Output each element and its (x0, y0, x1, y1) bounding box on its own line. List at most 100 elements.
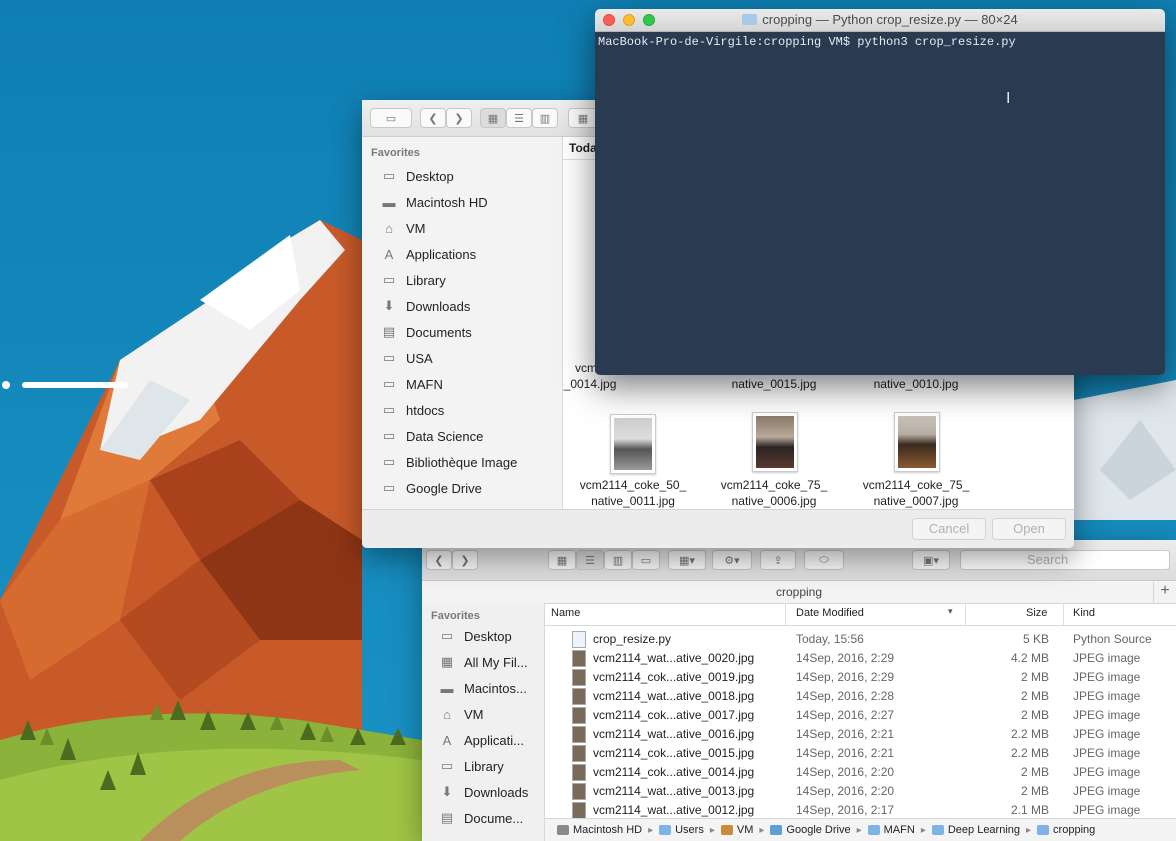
sidebar-item-htdocs[interactable]: ▭ htdocs (362, 397, 562, 423)
terminal-output[interactable]: MacBook-Pro-de-Virgile:cropping VM$ pyth… (595, 32, 1165, 375)
sidebar-item-macintosh-hd[interactable]: ▬ Macintosh HD (362, 189, 562, 215)
sidebar-item-label: VM (464, 706, 484, 722)
folder-icon (867, 825, 880, 835)
tag-icon: ⬭ (819, 553, 829, 566)
cell-name: vcm2114_cok...ative_0015.jpg (593, 746, 755, 760)
image-file-icon (572, 650, 586, 667)
path-segment[interactable]: Google Drive (770, 824, 851, 836)
image-file-icon (572, 726, 586, 743)
column-date[interactable]: Date Modified (796, 607, 864, 619)
new-tab-button[interactable]: + (1153, 581, 1176, 603)
tags-button[interactable]: ⬭ (804, 550, 844, 570)
sidebar-item-applications[interactable]: A Applications (362, 241, 562, 267)
arrange-button[interactable]: ▦▾ (668, 550, 706, 570)
cell-name: vcm2114_cok...ative_0014.jpg (593, 765, 755, 779)
cell-kind: JPEG image (1073, 765, 1141, 779)
thumbnail-caption[interactable]: native_0014.jpg (563, 376, 644, 392)
table-row[interactable]: vcm2114_wat...ative_0020.jpg 14Sep, 2016,… (545, 648, 1176, 667)
sidebar-item-applicati[interactable]: A Applicati... (422, 727, 544, 753)
table-row[interactable]: vcm2114_wat...ative_0013.jpg 14Sep, 2016,… (545, 781, 1176, 800)
minimize-button[interactable] (623, 14, 635, 26)
sidebar-item-all-my-fil[interactable]: ▦ All My Fil... (422, 649, 544, 675)
open-button[interactable]: Open (992, 518, 1066, 540)
sidebar-item-docume[interactable]: ▤ Docume... (422, 805, 544, 831)
path-segment[interactable]: VM (720, 824, 753, 836)
hard-drive-icon (557, 825, 569, 835)
dialog-forward-button[interactable]: ❯ (446, 108, 472, 128)
dialog-arrange-button[interactable]: ▦ (568, 108, 598, 128)
terminal-button[interactable]: ▣▾ (912, 550, 950, 570)
path-segment[interactable]: MAFN (867, 824, 915, 836)
sidebar-item-usa[interactable]: ▭ USA (362, 345, 562, 371)
zoom-button[interactable] (643, 14, 655, 26)
table-row[interactable]: vcm2114_wat...ative_0018.jpg 14Sep, 2016,… (545, 686, 1176, 705)
cell-size: 2.2 MB (1010, 746, 1049, 760)
path-segment[interactable]: Users (659, 824, 704, 836)
table-row[interactable]: vcm2114_cok...ative_0019.jpg 14Sep, 2016,… (545, 667, 1176, 686)
back-button[interactable]: ❮ (426, 550, 452, 570)
sidebar-item-library[interactable]: ▭ Library (362, 267, 562, 293)
sidebar-item-macintos[interactable]: ▬ Macintos... (422, 675, 544, 701)
icon-view-button[interactable]: ▦ (548, 550, 576, 570)
path-segment[interactable]: Deep Learning (931, 824, 1020, 836)
thumbnail-image[interactable] (610, 414, 656, 474)
thumbnail-caption[interactable]: native_0010.jpg (846, 376, 986, 392)
close-button[interactable] (603, 14, 615, 26)
window-title-bar: cropping + (422, 581, 1176, 604)
thumbnail-caption[interactable]: native_0015.jpg (704, 376, 844, 392)
share-button[interactable]: ⇪ (760, 550, 796, 570)
sidebar-item-google-drive[interactable]: ▭ Google Drive (362, 475, 562, 501)
table-row[interactable]: vcm2114_cok...ative_0015.jpg 14Sep, 2016,… (545, 743, 1176, 762)
table-row[interactable]: vcm2114_wat...ative_0016.jpg 14Sep, 2016,… (545, 724, 1176, 743)
dialog-icon-view-button[interactable]: ▦ (480, 108, 506, 128)
column-kind[interactable]: Kind (1073, 607, 1095, 619)
applications-icon: A (384, 246, 394, 262)
sidebar-item-biblioth-que-image[interactable]: ▭ Bibliothèque Image (362, 449, 562, 475)
path-segment[interactable]: cropping (1037, 824, 1095, 836)
thumbnail-caption[interactable]: vcm2114_coke_50_ native_0011.jpg (563, 477, 703, 509)
dialog-back-button[interactable]: ❮ (420, 108, 446, 128)
image-file-icon (572, 745, 586, 762)
sidebar-item-vm[interactable]: ⌂ VM (422, 701, 544, 727)
sidebar-item-library[interactable]: ▭ Library (422, 753, 544, 779)
cell-size: 2.2 MB (1010, 727, 1049, 741)
path-separator-icon: ▸ (759, 824, 765, 836)
search-input[interactable]: Search (960, 550, 1170, 570)
column-name[interactable]: Name (551, 607, 580, 619)
action-button[interactable]: ⚙▾ (712, 550, 752, 570)
column-size[interactable]: Size (1026, 607, 1047, 619)
thumbnail-caption[interactable]: vcm2114_coke_75_ native_0007.jpg (846, 477, 986, 509)
thumbnail-image[interactable] (894, 412, 940, 472)
thumbnail-caption[interactable]: vcm2114_coke_75_ native_0006.jpg (704, 477, 844, 509)
table-row[interactable]: vcm2114_cok...ative_0017.jpg 14Sep, 2016,… (545, 705, 1176, 724)
cover-flow-button[interactable]: ▭ (632, 550, 660, 570)
folder-icon: ▭ (382, 454, 396, 469)
sidebar-item-data-science[interactable]: ▭ Data Science (362, 423, 562, 449)
path-segment[interactable]: Macintosh HD (557, 824, 642, 836)
cell-date: 14Sep, 2016, 2:29 (796, 670, 895, 684)
sidebar-item-downloads[interactable]: ⬇ Downloads (362, 293, 562, 319)
dialog-list-view-button[interactable]: ☰ (506, 108, 532, 128)
sort-chevron-icon[interactable]: ▾ (948, 606, 953, 617)
documents-icon: ▤ (382, 324, 396, 339)
table-row[interactable]: crop_resize.py Today, 15:56 5 KB Python Sou… (545, 629, 1176, 648)
dialog-column-view-button[interactable]: ▥ (532, 108, 558, 128)
image-file-icon (572, 764, 586, 781)
sidebar-item-desktop[interactable]: ▭ Desktop (362, 163, 562, 189)
list-view-button[interactable]: ☰ (576, 550, 604, 570)
forward-button[interactable]: ❯ (452, 550, 478, 570)
sidebar-toggle-button[interactable]: ▭ (370, 108, 412, 128)
table-row[interactable]: vcm2114_wat...ative_0012.jpg 14Sep, 2016,… (545, 800, 1176, 819)
sidebar-item-documents[interactable]: ▤ Documents (362, 319, 562, 345)
sidebar-item-vm[interactable]: ⌂ VM (362, 215, 562, 241)
column-view-button[interactable]: ▥ (604, 550, 632, 570)
thumbnail-image[interactable] (752, 412, 798, 472)
sidebar-item-desktop[interactable]: ▭ Desktop (422, 623, 544, 649)
table-row[interactable]: vcm2114_cok...ative_0014.jpg 14Sep, 2016,… (545, 762, 1176, 781)
path-segment-label: cropping (1053, 824, 1096, 836)
sidebar-item-downloads[interactable]: ⬇ Downloads (422, 779, 544, 805)
image-file-icon (572, 802, 586, 819)
folder-icon: ▭ (440, 758, 454, 773)
sidebar-item-mafn[interactable]: ▭ MAFN (362, 371, 562, 397)
cancel-button[interactable]: Cancel (912, 518, 986, 540)
